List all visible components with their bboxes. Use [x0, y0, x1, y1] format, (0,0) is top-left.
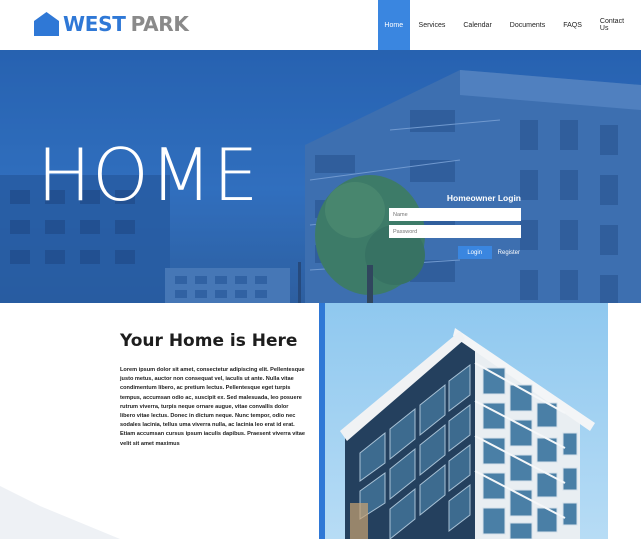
logo-text-west: WEST — [63, 12, 126, 36]
building-photo — [325, 303, 608, 539]
password-input[interactable] — [389, 225, 521, 238]
nav-item-contact-us[interactable]: Contact Us — [591, 0, 641, 50]
nav-item-calendar[interactable]: Calendar — [454, 0, 500, 50]
login-title: Homeowner Login — [446, 193, 521, 203]
hero-title: HOME — [37, 133, 260, 217]
nav-item-home[interactable]: Home — [378, 0, 410, 50]
name-input[interactable] — [389, 208, 521, 221]
site-logo[interactable]: WEST PARK — [33, 10, 189, 38]
house-icon — [34, 12, 59, 36]
main-nav: Home Services Calendar Documents FAQS Co… — [378, 0, 641, 50]
section-title: Your Home is Here — [120, 331, 298, 351]
login-actions: Login Register — [389, 246, 521, 259]
section-body-text: Lorem ipsum dolor sit amet, consectetur … — [120, 367, 305, 447]
decorative-shape — [0, 486, 120, 539]
hero-banner: HOME Homeowner Login Login Register — [0, 50, 641, 303]
register-link[interactable]: Register — [498, 250, 520, 256]
homeowner-login-form: Homeowner Login Login Register — [389, 193, 521, 259]
login-button[interactable]: Login — [457, 246, 492, 259]
nav-item-documents[interactable]: Documents — [501, 0, 554, 50]
site-header: WEST PARK Home Services Calendar Documen… — [0, 0, 641, 50]
nav-item-services[interactable]: Services — [410, 0, 455, 50]
logo-text-park: PARK — [130, 12, 189, 36]
nav-item-faqs[interactable]: FAQS — [554, 0, 591, 50]
